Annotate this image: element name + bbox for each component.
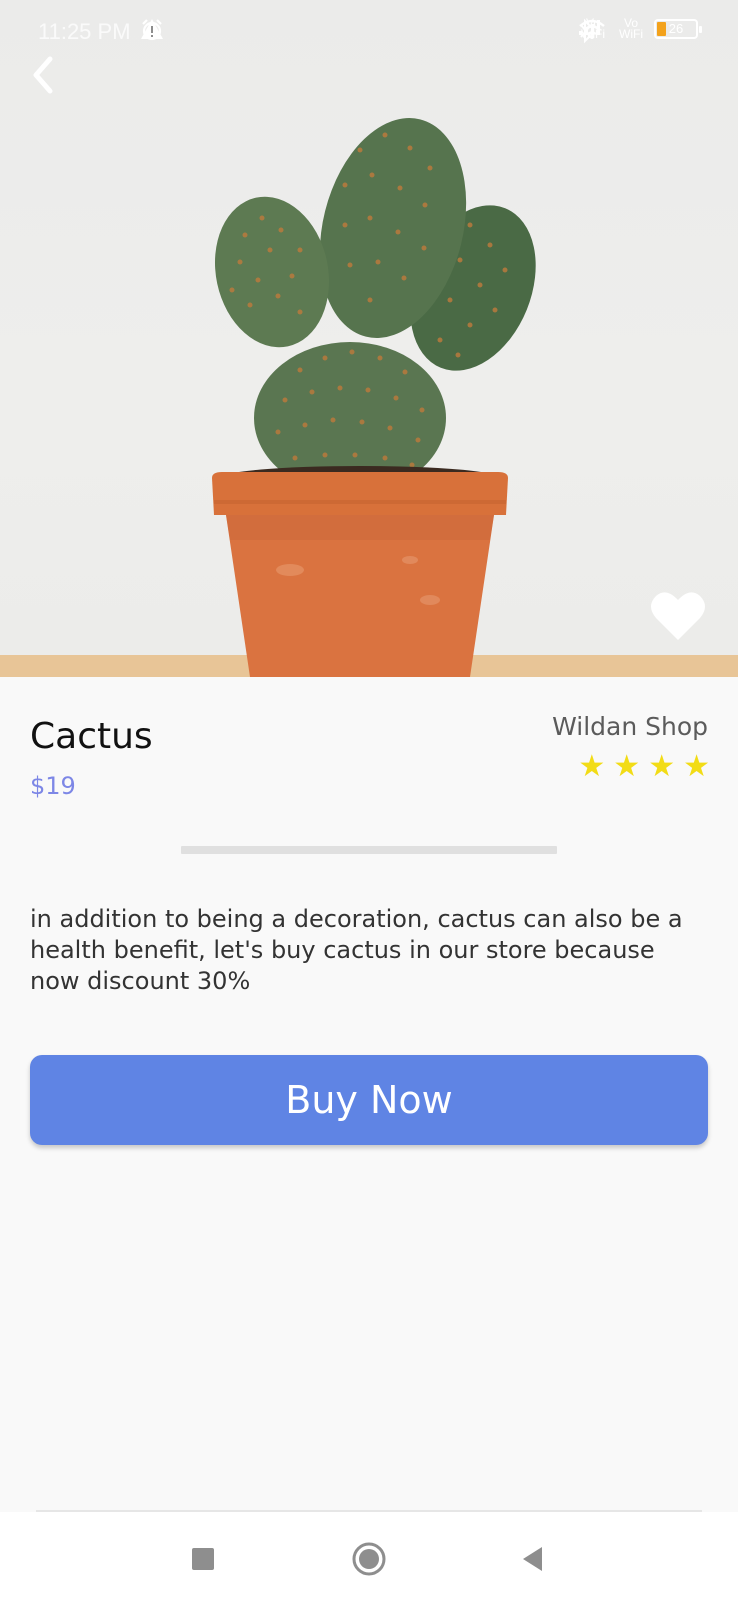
- buy-now-button[interactable]: Buy Now: [30, 1055, 708, 1145]
- system-back-button[interactable]: [508, 1534, 558, 1584]
- status-right-icons: Vo WiFi Vo WiFi 26: [578, 16, 702, 44]
- system-nav-bar: [0, 1512, 738, 1600]
- battery-icon: 26: [654, 19, 702, 39]
- favorite-button[interactable]: [650, 590, 706, 642]
- status-time: 11:25 PM: [38, 19, 131, 44]
- chevron-left-icon: [33, 56, 53, 94]
- divider: [181, 846, 557, 854]
- recent-apps-button[interactable]: [178, 1534, 228, 1584]
- rating-stars: ★ ★ ★ ★: [578, 750, 710, 784]
- wifi-icon: [579, 19, 605, 39]
- heart-icon: [651, 592, 705, 640]
- product-name: Cactus: [30, 716, 153, 757]
- status-bar: 11:25 PM Vo Vo WiFi 26: [0, 0, 738, 62]
- home-button[interactable]: [344, 1534, 394, 1584]
- star-icon: ★: [578, 749, 606, 784]
- product-price: $19: [30, 772, 76, 800]
- star-icon: ★: [613, 749, 641, 784]
- shop-name[interactable]: Wildan Shop: [552, 712, 708, 741]
- square-icon: [192, 1548, 214, 1570]
- star-icon: ★: [648, 749, 676, 784]
- triangle-left-icon: [523, 1547, 542, 1571]
- product-image: 11:25 PM Vo Vo WiFi 26: [0, 0, 738, 677]
- back-button[interactable]: [30, 55, 70, 101]
- circle-icon: [352, 1542, 386, 1576]
- cactus-illustration: [0, 118, 738, 677]
- warning-icon: [141, 19, 163, 39]
- star-icon: ★: [683, 749, 710, 784]
- vowifi-label-2: Vo WiFi: [619, 16, 643, 41]
- product-description: in addition to being a decoration, cactu…: [30, 905, 683, 995]
- product-detail-screen: 11:25 PM Vo Vo WiFi 26 Cactus $19 Wildan…: [0, 0, 738, 1600]
